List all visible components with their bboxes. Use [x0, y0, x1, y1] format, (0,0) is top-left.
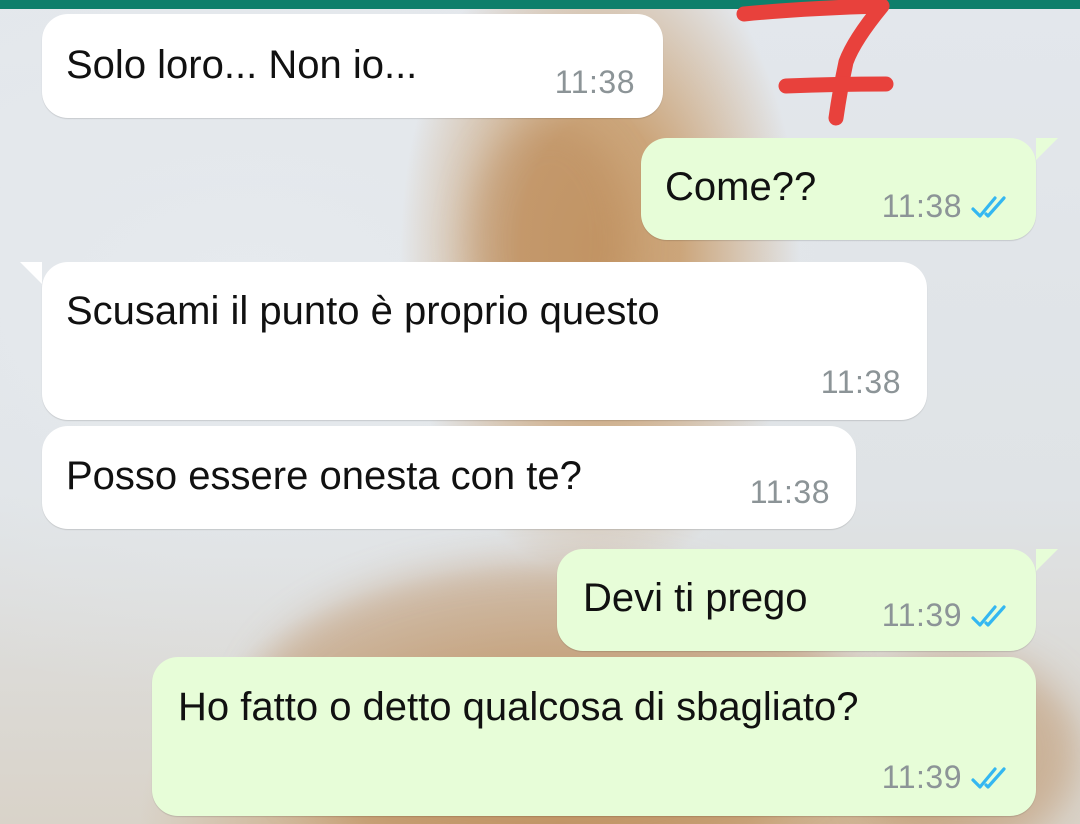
message-bubble-incoming[interactable]: Solo loro... Non io... 11:38 — [42, 14, 663, 118]
message-time: 11:38 — [820, 364, 901, 400]
message-time: 11:38 — [554, 64, 635, 100]
message-time: 11:38 — [881, 188, 962, 224]
message-meta: 11:38 — [555, 64, 635, 101]
message-text: Come?? — [665, 165, 817, 209]
message-meta: 11:38 — [882, 188, 1014, 225]
message-bubble-outgoing[interactable]: Devi ti prego 11:39 — [557, 549, 1058, 651]
message-time: 11:39 — [881, 597, 962, 633]
message-bubble-incoming[interactable]: Posso essere onesta con te? 11:38 — [42, 426, 856, 529]
message-meta: 11:38 — [750, 474, 830, 511]
message-text: Ho fatto o detto qualcosa di sbagliato? — [178, 685, 859, 729]
bubble-tail — [1036, 138, 1058, 160]
app-header-edge — [0, 0, 1080, 9]
message-bubble-outgoing[interactable]: Ho fatto o detto qualcosa di sbagliato? … — [152, 657, 1036, 816]
message-text: Solo loro... Non io... — [66, 43, 418, 87]
message-time: 11:39 — [881, 759, 962, 795]
message-text: Devi ti prego — [583, 576, 808, 620]
annotation-mark — [736, 0, 894, 126]
message-text: Scusami il punto è proprio questo — [66, 289, 660, 333]
message-bubble-outgoing[interactable]: Come?? 11:38 — [641, 138, 1058, 240]
message-meta: 11:38 — [821, 364, 901, 401]
message-meta: 11:39 — [882, 597, 1014, 634]
message-text: Posso essere onesta con te? — [66, 454, 582, 498]
message-meta: 11:39 — [882, 759, 1014, 796]
message-bubble-incoming[interactable]: Scusami il punto è proprio questo 11:38 — [20, 262, 927, 420]
double-check-read-icon — [971, 766, 1006, 789]
message-time: 11:38 — [749, 474, 830, 510]
bubble-tail — [1036, 549, 1058, 571]
bubble-tail — [20, 262, 42, 284]
double-check-read-icon — [971, 195, 1006, 218]
double-check-read-icon — [971, 604, 1006, 627]
